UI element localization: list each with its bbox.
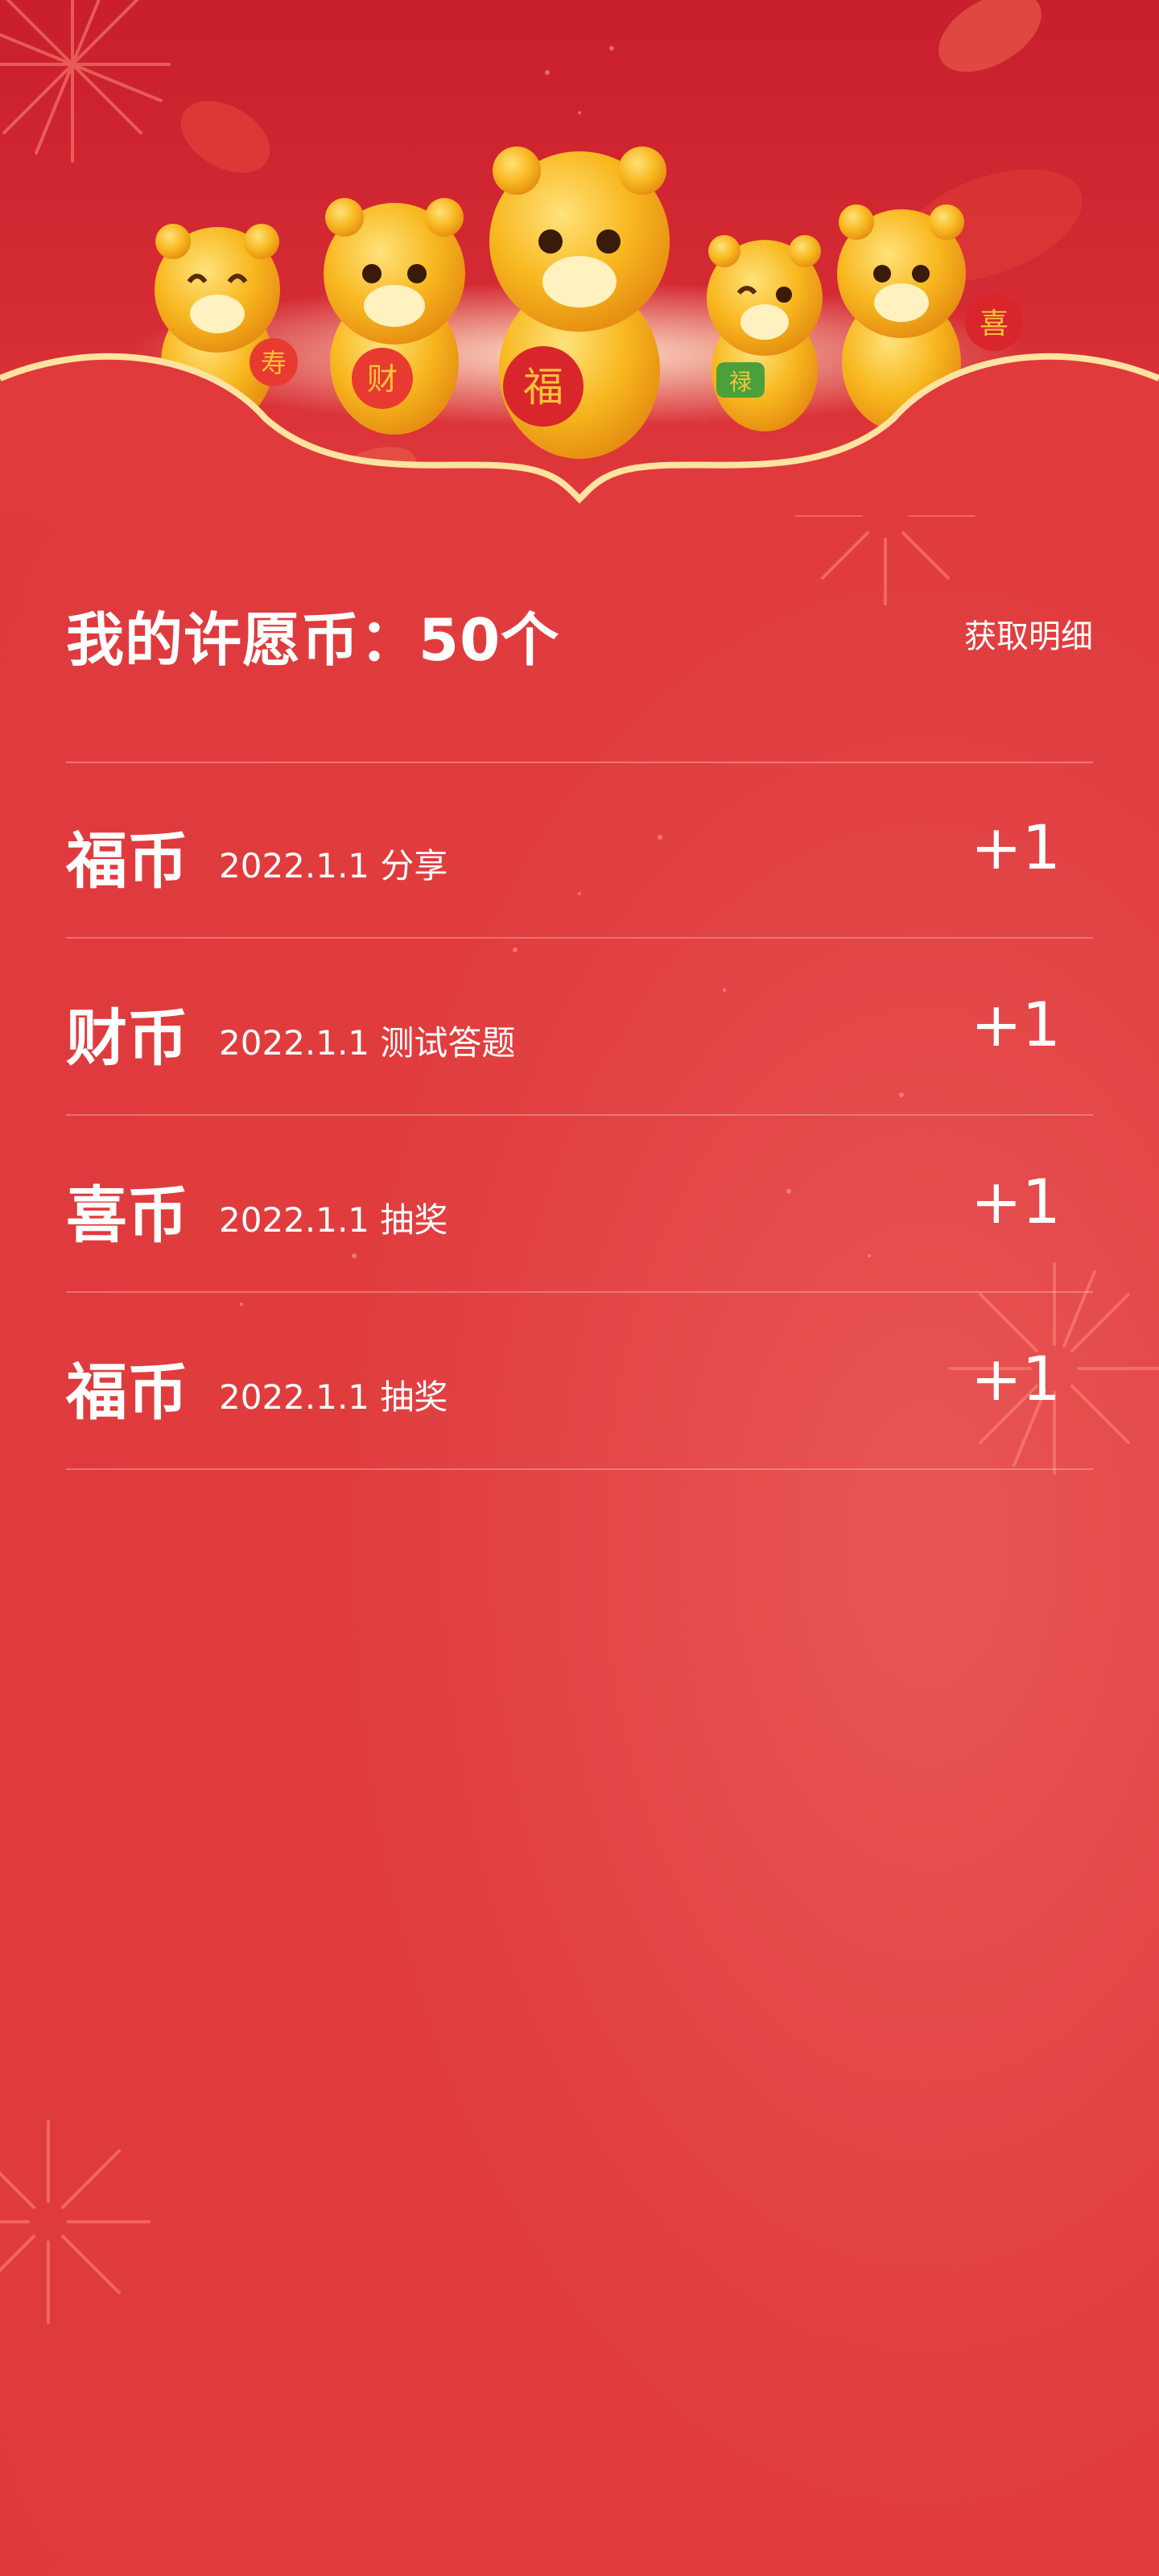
- get-details-link[interactable]: 获取明细: [964, 610, 1093, 657]
- coin-summary-header: 我的许愿币：50个 获取明细: [66, 580, 1093, 684]
- record-meta: 2022.1.1 测试答题: [219, 1016, 515, 1065]
- record-meta: 2022.1.1 分享: [219, 839, 448, 888]
- record-amount: +1: [970, 1166, 1061, 1237]
- record-source: 测试答题: [380, 1023, 516, 1063]
- record-source: 抽奖: [380, 1377, 448, 1417]
- tiger-badge-3: 福: [523, 364, 563, 411]
- record-amount: +1: [970, 811, 1061, 883]
- record-amount: +1: [970, 989, 1061, 1060]
- row-divider: [66, 1468, 1093, 1470]
- coin-name: 喜币: [66, 1179, 188, 1251]
- record-source: 分享: [380, 846, 448, 886]
- record-date: 2022.1.1: [219, 1023, 370, 1063]
- list-item: 福币 2022.1.1 抽奖 +1: [66, 1293, 1093, 1470]
- page-title: 我的许愿币：50个: [66, 606, 560, 674]
- tiger-badge-2: 财: [367, 361, 398, 397]
- list-item: 财币 2022.1.1 测试答题 +1: [66, 939, 1093, 1116]
- tiger-badge-5: 喜: [980, 308, 1008, 341]
- list-item: 喜币 2022.1.1 抽奖 +1: [66, 1116, 1093, 1293]
- tiger-badge-4: 禄: [729, 369, 752, 395]
- record-meta: 2022.1.1 抽奖: [219, 1193, 448, 1242]
- tiger-badge-1: 寿: [261, 348, 287, 378]
- coin-name: 财币: [66, 1002, 188, 1074]
- record-amount: +1: [970, 1343, 1061, 1414]
- list-item: 福币 2022.1.1 分享 +1: [66, 762, 1093, 939]
- record-date: 2022.1.1: [219, 1377, 370, 1417]
- record-date: 2022.1.1: [219, 1200, 370, 1240]
- record-meta: 2022.1.1 抽奖: [219, 1370, 448, 1419]
- record-date: 2022.1.1: [219, 846, 370, 886]
- coin-name: 福币: [66, 1356, 188, 1428]
- coin-name: 福币: [66, 825, 188, 897]
- tiger-banner: 寿 财 福 禄 喜: [0, 0, 1159, 515]
- record-source: 抽奖: [380, 1200, 448, 1240]
- coin-record-list: 福币 2022.1.1 分享 +1 财币 2022.1.1 测试答题 +1 喜币…: [66, 762, 1093, 1470]
